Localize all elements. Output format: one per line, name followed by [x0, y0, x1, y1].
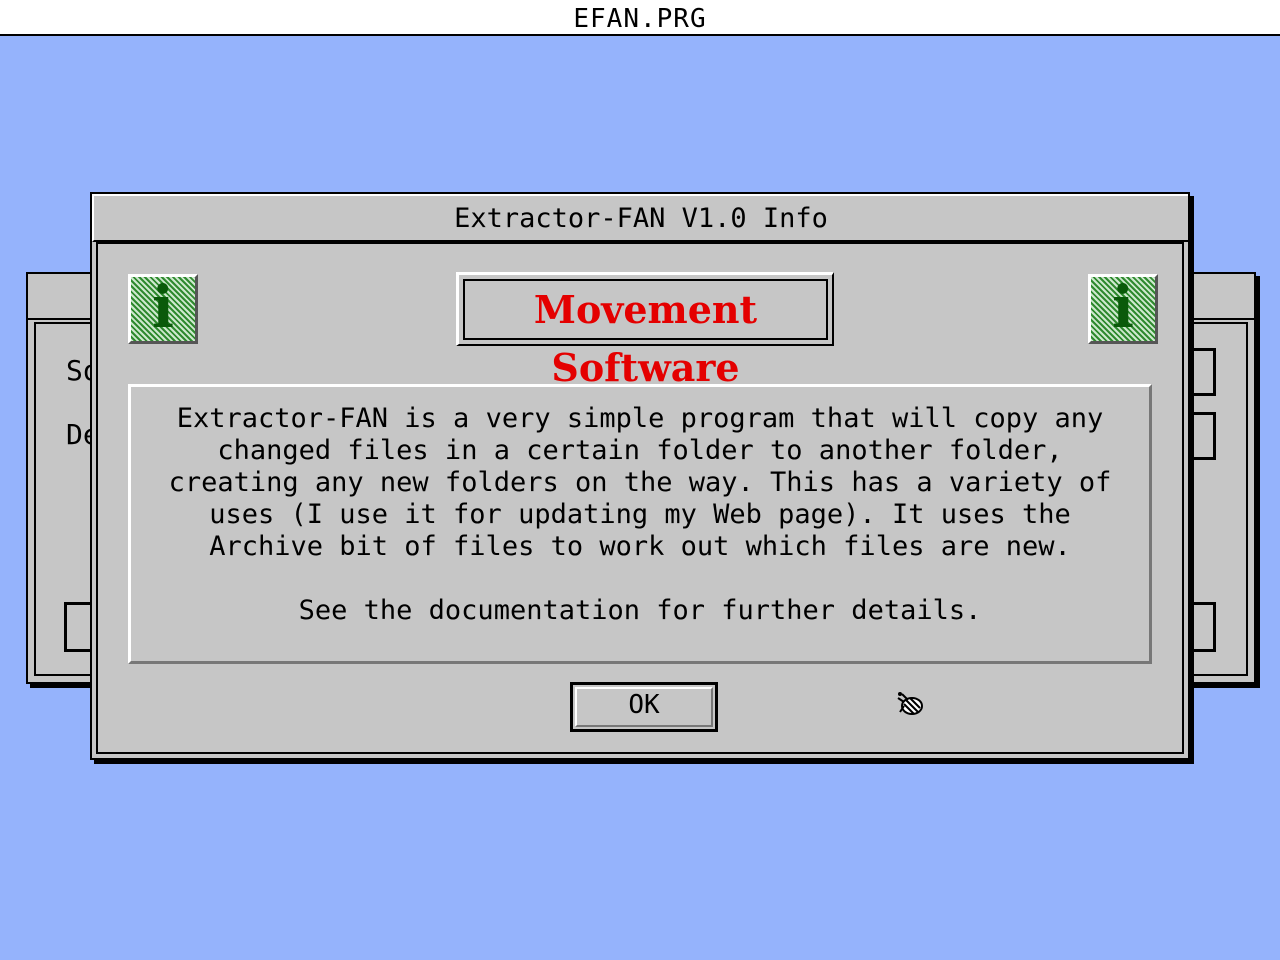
bee-cursor-icon: [892, 686, 928, 722]
info-icon-glyph: i: [151, 273, 175, 341]
app-title: EFAN.PRG: [573, 4, 707, 34]
description-box: Extractor-FAN is a very simple program t…: [128, 384, 1152, 664]
brand-label: Movement Software: [463, 279, 828, 390]
ok-button[interactable]: OK: [570, 682, 718, 732]
bee-cursor-icon-svg: [897, 692, 923, 715]
brand-box: Movement Software: [456, 272, 834, 390]
description-line: creating any new folders on the way. Thi…: [168, 467, 1112, 498]
info-icon-glyph: i: [1111, 273, 1135, 341]
footer-line: See the documentation for further detail…: [298, 595, 982, 626]
info-icon-left: i: [128, 274, 198, 344]
menu-bar: EFAN.PRG: [0, 0, 1280, 36]
ok-label: OK: [628, 690, 660, 720]
description-line: uses (I use it for updating my Web page)…: [209, 499, 1071, 530]
dialog-title[interactable]: Extractor-FAN V1.0 Info: [92, 194, 1188, 242]
info-icon-right: i: [1088, 274, 1158, 344]
description-line: changed files in a certain folder to ano…: [217, 435, 1063, 466]
dialog-body: i Movement Software i Extractor-FAN is a…: [96, 242, 1184, 754]
description-line: Archive bit of files to work out which f…: [209, 531, 1071, 562]
info-dialog: Extractor-FAN V1.0 Info i Movement Softw…: [90, 192, 1190, 760]
description-line: Extractor-FAN is a very simple program t…: [176, 403, 1104, 434]
